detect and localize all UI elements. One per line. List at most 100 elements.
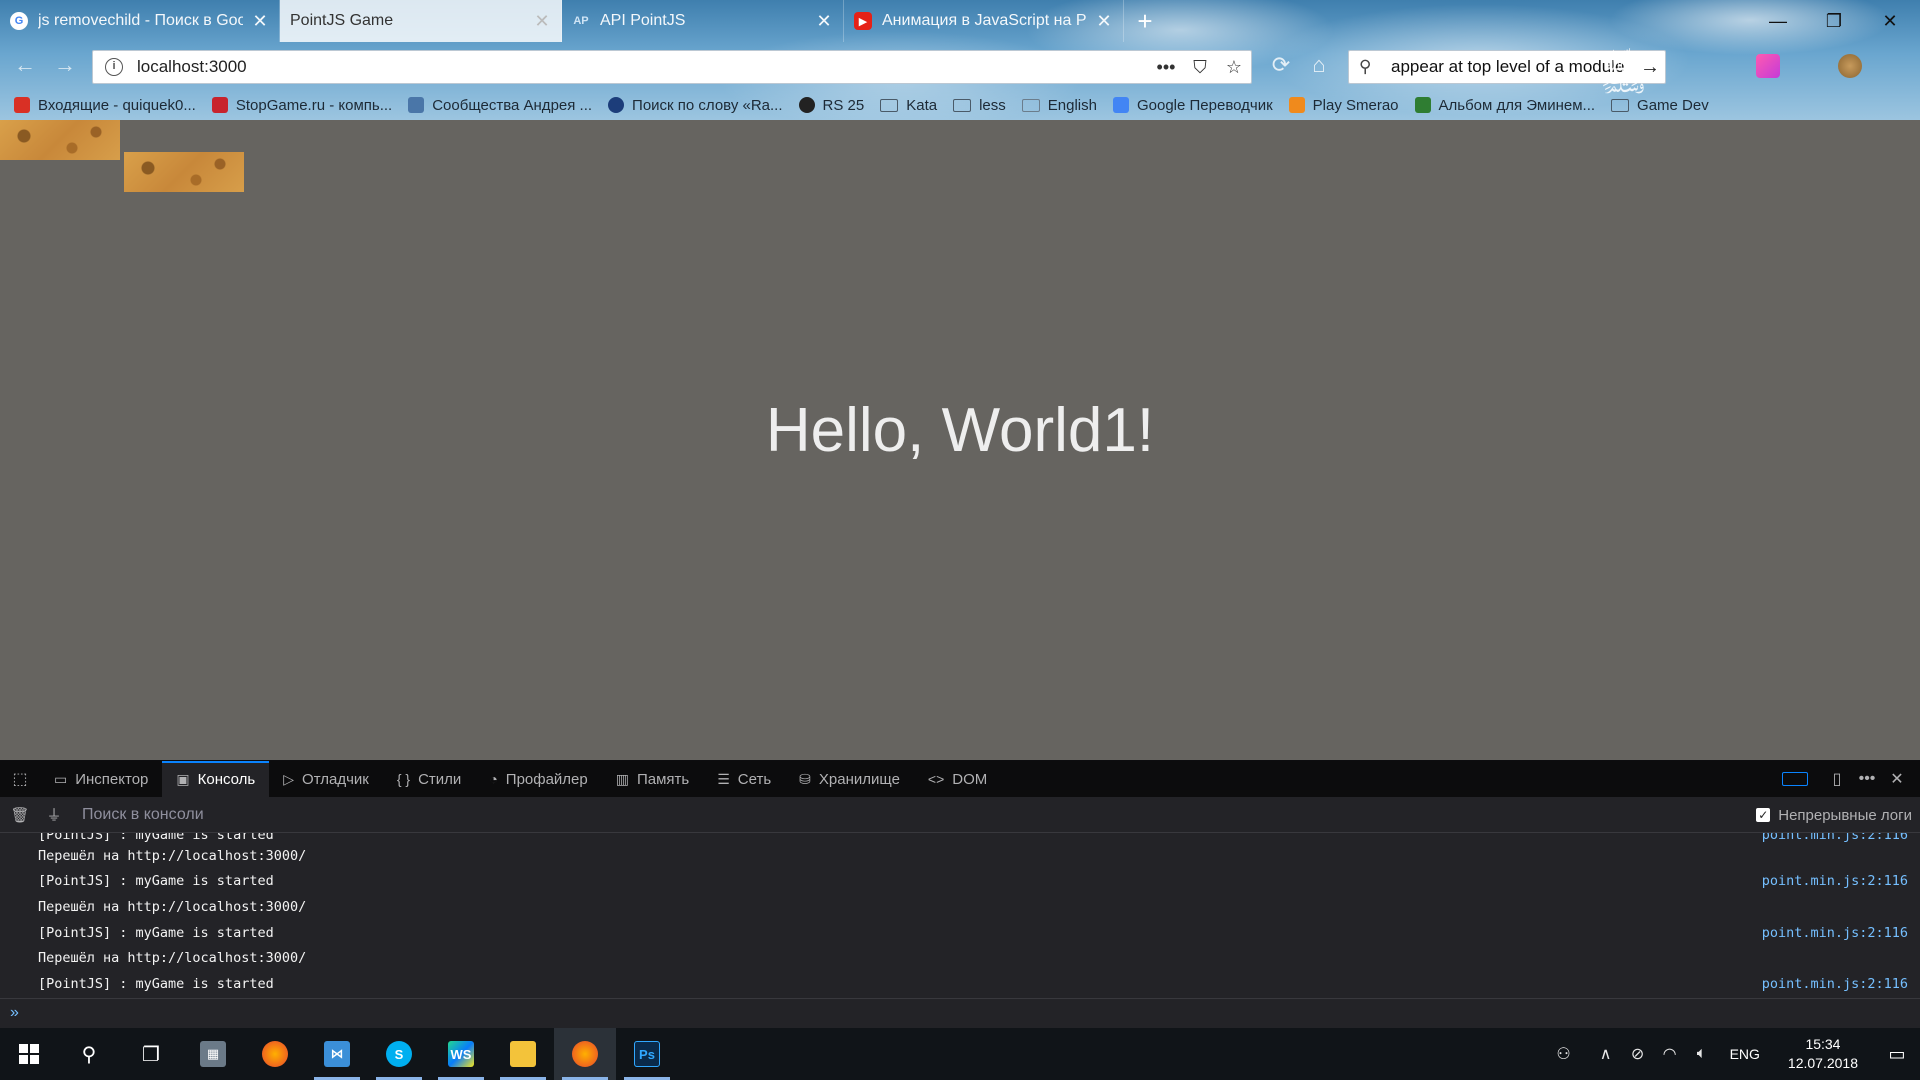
tab-api-pointjs[interactable]: AP API PointJS ✕ <box>562 0 844 42</box>
tab-network[interactable]: ☰ Сеть <box>703 761 785 797</box>
volume-icon[interactable]: 🔈︎ <box>1686 1045 1718 1063</box>
folder-icon <box>1611 98 1630 112</box>
tab-styles[interactable]: { } Стили <box>383 761 475 797</box>
close-devtools-icon[interactable]: ✕ <box>1882 769 1912 789</box>
bookmark-item[interactable]: StopGame.ru - компь... <box>211 97 392 114</box>
bookmark-item[interactable]: Входящие - quiquek0... <box>14 97 196 114</box>
tab-youtube-animation[interactable]: ▶ Анимация в JavaScript на Po ✕ <box>844 0 1124 42</box>
close-icon[interactable]: ✕ <box>251 11 269 32</box>
forward-button[interactable]: → <box>50 50 80 80</box>
extension-icon[interactable] <box>1756 54 1780 78</box>
close-window-button[interactable]: ✕ <box>1870 6 1910 36</box>
more-options-icon[interactable]: ••• <box>1852 770 1882 788</box>
bookmark-label: Game Dev <box>1637 96 1709 114</box>
tab-google-search[interactable]: G js removechild - Поиск в Goo ✕ <box>0 0 280 42</box>
bookmark-item[interactable]: Альбом для Эминем... <box>1414 97 1595 114</box>
message-source-link[interactable]: point.min.js:2:116 <box>1762 976 1908 992</box>
folder-icon <box>880 98 899 112</box>
network-status-icon[interactable]: ⊘ <box>1622 1044 1654 1064</box>
console-message: Перешёл на http://localhost:3000/ <box>0 894 1920 920</box>
taskbar-firefox-active[interactable] <box>554 1028 616 1080</box>
new-tab-button[interactable]: + <box>1130 6 1160 36</box>
start-button[interactable] <box>0 1028 58 1080</box>
tab-inspector[interactable]: ▭ Инспектор <box>40 761 162 797</box>
bookmark-folder[interactable]: less <box>953 97 1006 114</box>
console-input[interactable]: » <box>0 998 1920 1028</box>
minimize-button[interactable]: — <box>1758 6 1798 36</box>
back-button[interactable]: ← <box>10 50 40 80</box>
pocket-icon[interactable]: ⛉ <box>1183 57 1217 78</box>
storage-icon: ⛁ <box>799 770 811 787</box>
bookmark-star-icon[interactable]: ☆ <box>1217 57 1251 78</box>
show-hidden-icons-icon[interactable]: ∧ <box>1590 1044 1622 1064</box>
taskbar-firefox[interactable] <box>244 1028 306 1080</box>
dock-icon[interactable]: ▯ <box>1822 769 1852 789</box>
close-icon[interactable]: ✕ <box>533 11 551 32</box>
people-icon[interactable]: ⚇ <box>1548 1044 1580 1064</box>
home-button[interactable]: ⌂ <box>1304 50 1334 80</box>
taskbar-calculator[interactable]: ▦ <box>182 1028 244 1080</box>
responsive-ruler-icon[interactable] <box>1782 772 1808 786</box>
close-icon[interactable]: ✕ <box>1095 11 1113 32</box>
message-source-link[interactable]: point.min.js:2:116 <box>1762 833 1908 843</box>
firefox-icon <box>572 1041 598 1067</box>
bookmark-item[interactable]: RS 25 <box>798 97 864 114</box>
trash-icon[interactable]: 🗑 <box>6 806 34 824</box>
clock[interactable]: 15:34 12.07.2018 <box>1788 1035 1858 1073</box>
checkbox-checked[interactable]: ✓ <box>1756 808 1771 822</box>
tab-console[interactable]: ▣ Консоль <box>162 761 270 797</box>
taskbar-search-button[interactable]: ⚲ <box>58 1028 120 1080</box>
console-message: Перешёл на http://localhost:3000/ <box>0 843 1920 869</box>
bookmark-label: Play Smerao <box>1312 96 1399 114</box>
url-text[interactable]: localhost:3000 <box>137 57 1149 77</box>
bookmark-folder[interactable]: Kata <box>880 97 937 114</box>
element-picker-icon[interactable]: ⬚ <box>0 769 40 789</box>
bookmark-label: less <box>979 96 1006 114</box>
tab-storage[interactable]: ⛁ Хранилище <box>785 761 914 797</box>
filter-icon[interactable]: ⏚ <box>40 804 68 825</box>
persist-logs-toggle[interactable]: ✓ Непрерывные логи <box>1756 797 1912 833</box>
tab-label: Стили <box>418 770 462 788</box>
bookmark-label: Сообщества Андрея ... <box>432 96 593 114</box>
bookmark-item[interactable]: Сообщества Андрея ... <box>408 97 592 114</box>
message-source-link[interactable]: point.min.js:2:116 <box>1762 925 1908 941</box>
tab-dom[interactable]: <> DOM <box>914 761 1001 797</box>
bookmark-item[interactable]: English <box>1021 97 1097 114</box>
styles-icon: { } <box>396 771 411 787</box>
tab-profiler[interactable]: ◔ Профайлер <box>475 761 601 797</box>
page-actions-icon[interactable]: ••• <box>1149 57 1183 78</box>
wifi-icon[interactable]: ◠ <box>1654 1044 1686 1064</box>
tab-debugger[interactable]: ▷ Отладчик <box>269 761 383 797</box>
tab-strip: G js removechild - Поиск в Goo ✕ PointJS… <box>0 0 1920 42</box>
taskbar-file-explorer[interactable] <box>492 1028 554 1080</box>
console-message: [PointJS] : myGame is started point.min.… <box>0 971 1920 997</box>
bookmark-item[interactable]: Google Переводчик <box>1112 97 1273 114</box>
globe-icon <box>608 97 625 113</box>
pointjs-icon: AP <box>573 15 589 27</box>
search-input[interactable]: appear at top level of a module <box>1391 57 1635 77</box>
game-sprite-tile <box>124 152 244 192</box>
taskbar-webstorm[interactable]: WS <box>430 1028 492 1080</box>
message-source-link[interactable]: point.min.js:2:116 <box>1762 873 1908 889</box>
address-bar[interactable]: i localhost:3000 ••• ⛉ ☆ <box>92 50 1252 84</box>
console-filter-input[interactable]: Поиск в консоли <box>82 806 204 824</box>
reload-button[interactable]: ⟳ <box>1266 50 1296 80</box>
taskbar-skype[interactable]: S <box>368 1028 430 1080</box>
taskbar-visual-studio[interactable]: ⋈ <box>306 1028 368 1080</box>
tab-memory[interactable]: ▥ Память <box>602 761 703 797</box>
gmail-icon <box>14 97 30 113</box>
bookmark-item[interactable]: Play Smerao <box>1288 96 1399 114</box>
notifications-icon[interactable]: ▭ <box>1874 1044 1920 1065</box>
prompt-chevron-icon: » <box>10 1004 19 1021</box>
bookmark-folder[interactable]: Game Dev <box>1611 97 1709 114</box>
github-icon <box>798 97 815 113</box>
input-language[interactable]: ENG <box>1730 1046 1760 1062</box>
restore-button[interactable]: ❐ <box>1814 6 1854 36</box>
cookie-extension-icon[interactable] <box>1838 54 1862 78</box>
bookmark-item[interactable]: Поиск по слову «Ra... <box>608 97 783 114</box>
tab-pointjs-game[interactable]: PointJS Game ✕ <box>280 0 562 42</box>
taskbar-photoshop[interactable]: Ps <box>616 1028 678 1080</box>
task-view-button[interactable]: ❐ <box>120 1028 182 1080</box>
info-icon[interactable]: i <box>105 58 123 76</box>
close-icon[interactable]: ✕ <box>815 11 833 32</box>
